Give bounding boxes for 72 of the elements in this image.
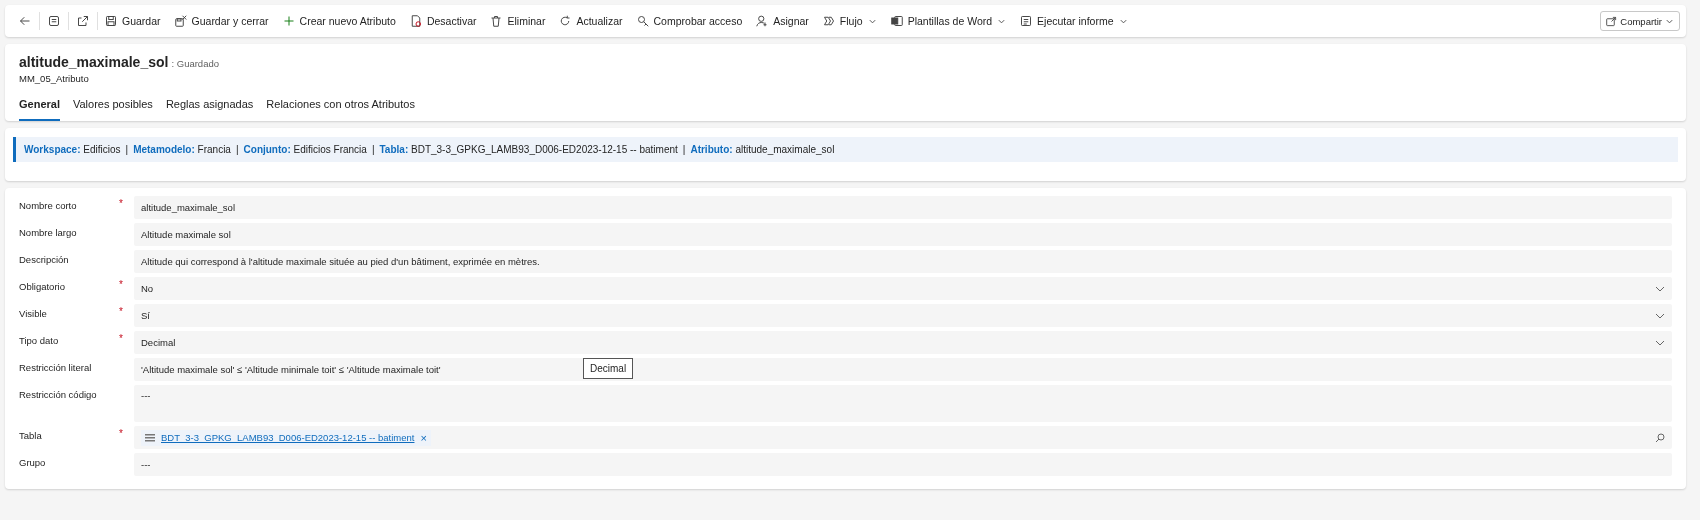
required-mark: * — [119, 306, 123, 317]
record-title: altitude_maximale_sol — [19, 54, 169, 70]
field-label: Grupo — [18, 456, 47, 468]
field-label: Tipo dato — [18, 334, 60, 346]
tab[interactable]: Reglas asignadas — [165, 94, 254, 121]
toolbar-button[interactable]: Actualizar — [552, 7, 630, 35]
field-label: Restricción literal — [18, 361, 93, 373]
required-mark: * — [119, 198, 123, 209]
required-mark: * — [119, 428, 123, 439]
toolbar-button[interactable]: Comprobar acceso — [629, 7, 750, 35]
field-label: Visible — [18, 307, 48, 319]
toolbar-button[interactable]: Eliminar — [483, 7, 553, 35]
context-item: Metamodelo: Francia — [133, 144, 231, 155]
toolbar-button[interactable]: Guardar y cerrar — [167, 7, 276, 35]
separator: | — [371, 144, 375, 155]
toolbar-button[interactable]: Asignar — [749, 7, 816, 35]
share-icon — [1606, 15, 1618, 27]
field-label: Restricción código — [18, 388, 98, 400]
save-status: : Guardado — [171, 58, 219, 69]
report-icon — [1020, 15, 1033, 27]
open-new-icon — [77, 15, 89, 27]
entity-name: MM_05_Atributo — [19, 73, 90, 84]
back-icon — [19, 15, 31, 27]
form-icon — [48, 15, 60, 27]
context-item: Tabla: BDT_3-3_GPKG_LAMB93_D006-ED2023-12-15 -- batiment — [379, 144, 678, 155]
tab[interactable]: General — [19, 94, 60, 121]
person-icon — [756, 15, 769, 27]
text-field[interactable]: altitude_maximale_sol — [134, 196, 1672, 219]
remove-button[interactable]: × — [420, 431, 427, 444]
save-close-icon — [174, 15, 187, 27]
toolbar-button[interactable]: Ejecutar informe — [1013, 7, 1135, 35]
context-item: Atributo: altitude_maximale_sol — [690, 144, 835, 155]
field-label: Nombre corto — [18, 199, 78, 211]
context-item: Conjunto: Edificios Francia — [243, 144, 367, 155]
separator: | — [235, 144, 239, 155]
record-link[interactable]: BDT_3-3_GPKG_LAMB93_D006-ED2023-12-15 -- batiment — [161, 432, 415, 443]
word-icon — [890, 15, 903, 27]
lookup-field[interactable]: BDT_3-3_GPKG_LAMB93_D006-ED2023-12-15 -- batiment × — [134, 426, 1672, 449]
toolbar-button[interactable]: Plantillas de Word — [883, 7, 1014, 35]
share-button[interactable]: Compartir — [1600, 11, 1680, 31]
field-label: Nombre largo — [18, 226, 78, 238]
dropdown-field[interactable]: Sí — [134, 304, 1672, 327]
field-label: Descripción — [18, 253, 70, 265]
required-mark: * — [119, 279, 123, 290]
text-field[interactable]: --- — [134, 453, 1672, 476]
dropdown-field[interactable]: Decimal — [134, 331, 1672, 354]
trash-icon — [490, 15, 503, 27]
field-label: Obligatorio — [18, 280, 66, 292]
document-icon — [409, 15, 422, 27]
field-label: Tabla — [18, 429, 43, 441]
tab[interactable]: Relaciones con otros Atributos — [266, 94, 415, 121]
text-field[interactable]: Altitude qui correspond à l'altitude maximale située au pied d'un bâtiment, exprimée en mètres. — [134, 250, 1672, 273]
save-icon — [105, 15, 117, 27]
dropdown-field[interactable]: No — [134, 277, 1672, 300]
refresh-icon — [559, 15, 572, 27]
key-icon — [636, 15, 649, 27]
separator: | — [682, 144, 686, 155]
toolbar-button[interactable]: Flujo — [815, 7, 884, 35]
tab[interactable]: Valores posibles — [72, 94, 153, 121]
flow-icon — [822, 15, 835, 27]
toolbar-button[interactable]: Desactivar — [402, 7, 484, 35]
toolbar-button[interactable]: Crear nuevo Atributo — [275, 7, 403, 35]
search-icon[interactable] — [1655, 432, 1665, 443]
required-mark: * — [119, 333, 123, 344]
text-field[interactable]: Altitude maximale sol — [134, 223, 1672, 246]
plus-icon — [282, 15, 295, 27]
context-item: Workspace: Edificios — [24, 144, 121, 155]
tooltip: Decimal — [583, 358, 634, 379]
separator: | — [125, 144, 129, 155]
table-icon — [145, 433, 155, 442]
toolbar-button[interactable]: Guardar — [98, 7, 168, 35]
text-area[interactable]: --- — [134, 385, 1672, 422]
